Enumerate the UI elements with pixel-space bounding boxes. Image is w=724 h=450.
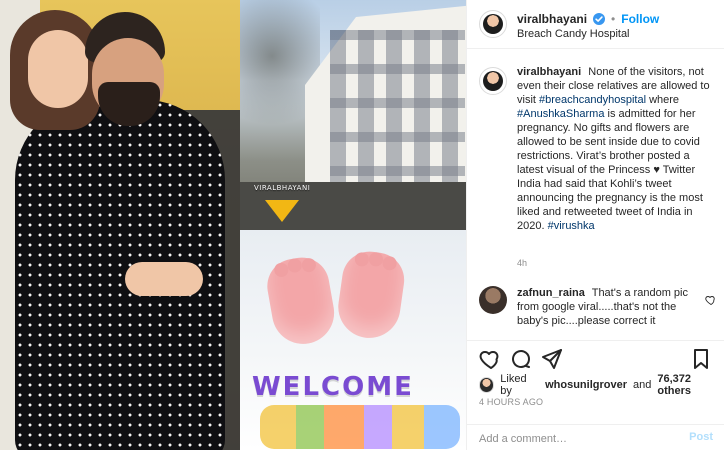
photo-building-windows: [330, 30, 465, 185]
comment-text: zafnun_raina That's a random pic from go…: [517, 286, 695, 328]
hashtag-virushka[interactable]: #virushka: [548, 220, 595, 232]
actions-divider: [467, 340, 724, 341]
caption-text: viralbhayani None of the visitors, not e…: [517, 65, 717, 233]
cartoon-characters: [260, 405, 460, 449]
likes-others-link[interactable]: 76,372 others: [657, 373, 724, 397]
verified-badge-icon: [593, 13, 606, 25]
likes-summary: Liked by whosunilgrover and 76,372 other…: [479, 373, 724, 397]
hashtag-anushkasharma[interactable]: #AnushkaSharma: [517, 108, 604, 120]
photo-couple: [0, 0, 240, 450]
caption: viralbhayani None of the visitors, not e…: [479, 65, 717, 275]
photo-hand: [125, 262, 203, 296]
heart-icon[interactable]: [479, 347, 503, 371]
author-line: viralbhayani • Follow: [517, 11, 659, 27]
photo-hospital-building: VIRALBHAYANI: [240, 0, 466, 230]
likes-conj: and: [633, 379, 652, 391]
comment-composer: Post: [467, 424, 724, 450]
post-comment-button[interactable]: Post: [689, 431, 713, 443]
comment-item: zafnun_raina That's a random pic from go…: [479, 286, 717, 334]
baby-toe: [286, 257, 303, 274]
likes-user-link[interactable]: whosunilgrover: [545, 379, 627, 391]
baby-foot-right: [334, 248, 408, 342]
baby-toe: [381, 255, 398, 272]
location-link[interactable]: Breach Candy Hospital: [517, 28, 630, 40]
post-media[interactable]: VIRALBHAYANI WELCOME: [0, 0, 466, 450]
photo-baby-feet: [263, 248, 420, 349]
watermark-text: VIRALBHAYANI: [254, 184, 311, 192]
post-panel: viralbhayani • Follow Breach Candy Hospi…: [466, 0, 724, 450]
comment-username[interactable]: zafnun_raina: [517, 287, 585, 299]
follow-button[interactable]: Follow: [621, 12, 659, 26]
photo-woman-face: [28, 30, 88, 108]
likes-avatar[interactable]: [479, 377, 495, 393]
caption-username[interactable]: viralbhayani: [517, 66, 581, 78]
baby-toe: [300, 256, 317, 274]
photo-baby-welcome: WELCOME: [240, 230, 466, 450]
bookmark-icon[interactable]: [689, 347, 713, 371]
hashtag-breachcandyhospital[interactable]: #breachcandyhospital: [539, 94, 646, 106]
comment-like-heart-icon[interactable]: [705, 294, 717, 306]
baby-foot-left: [263, 253, 339, 349]
author-avatar[interactable]: [479, 10, 507, 38]
welcome-text: WELCOME: [252, 372, 462, 402]
heart-emoji: ♥: [653, 164, 660, 176]
comment-bubble-icon[interactable]: [509, 347, 533, 371]
post-header: viralbhayani • Follow Breach Candy Hospi…: [467, 0, 724, 49]
comment-input[interactable]: [479, 431, 669, 447]
paper-plane-icon[interactable]: [539, 347, 563, 371]
comment-avatar[interactable]: [479, 286, 507, 314]
caption-time: 4h: [517, 258, 528, 268]
welcome-letters: WELCOME: [252, 372, 414, 402]
author-username[interactable]: viralbhayani: [517, 12, 587, 26]
baby-toe: [368, 251, 384, 268]
likes-prefix: Liked by: [500, 373, 527, 397]
baby-toe: [353, 251, 370, 268]
dot-separator: •: [611, 12, 616, 26]
posted-time: 4 HOURS AGO: [479, 397, 544, 407]
caption-text-part: where: [649, 94, 680, 106]
caption-avatar[interactable]: [479, 67, 507, 95]
post-actions: [479, 347, 713, 371]
